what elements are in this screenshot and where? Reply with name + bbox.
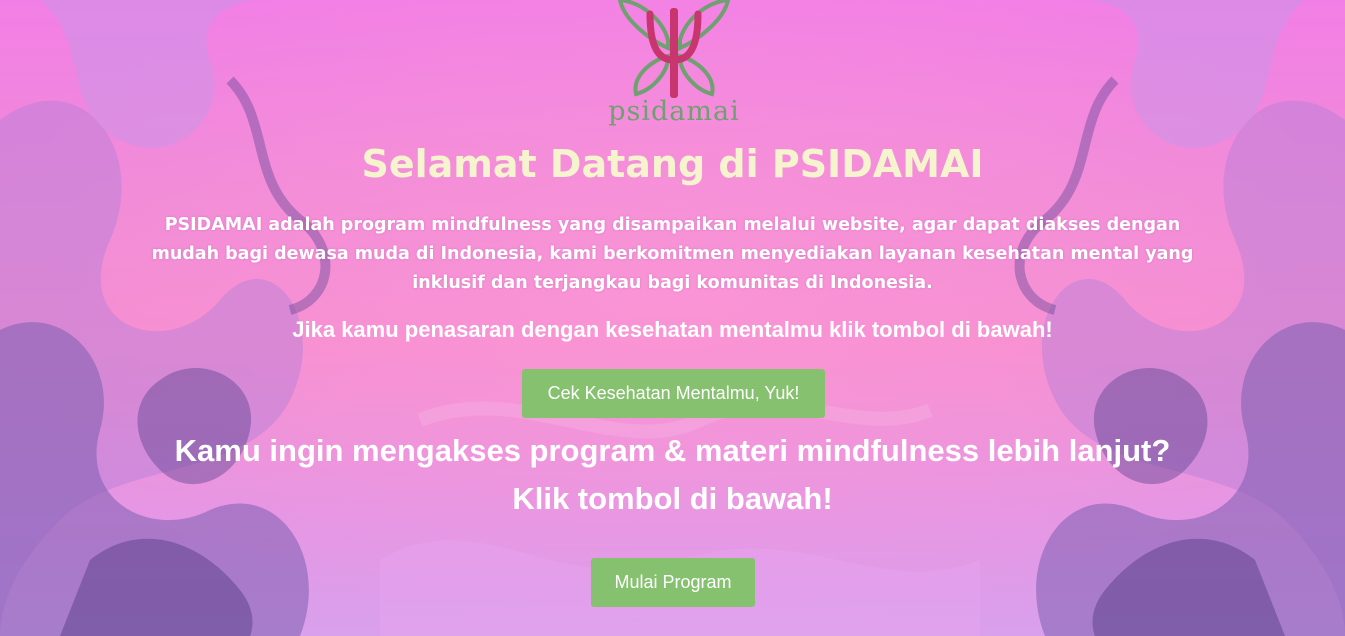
intro-paragraph: PSIDAMAI adalah program mindfulness yang… <box>151 215 1194 293</box>
check-mental-health-button[interactable]: Cek Kesehatan Mentalmu, Yuk! <box>522 369 825 418</box>
psidamai-logo[interactable]: psidamai <box>606 0 742 130</box>
mental-health-prompt: Jika kamu penasaran dengan kesehatan men… <box>292 317 1053 342</box>
butterfly-psi-logo-icon <box>617 0 731 98</box>
program-prompt: Kamu ingin mengakses program & materi mi… <box>174 433 1171 516</box>
start-program-button[interactable]: Mulai Program <box>591 558 755 607</box>
page-title: Selamat Datang di PSIDAMAI <box>361 142 984 186</box>
logo-text: psidamai <box>608 96 740 127</box>
